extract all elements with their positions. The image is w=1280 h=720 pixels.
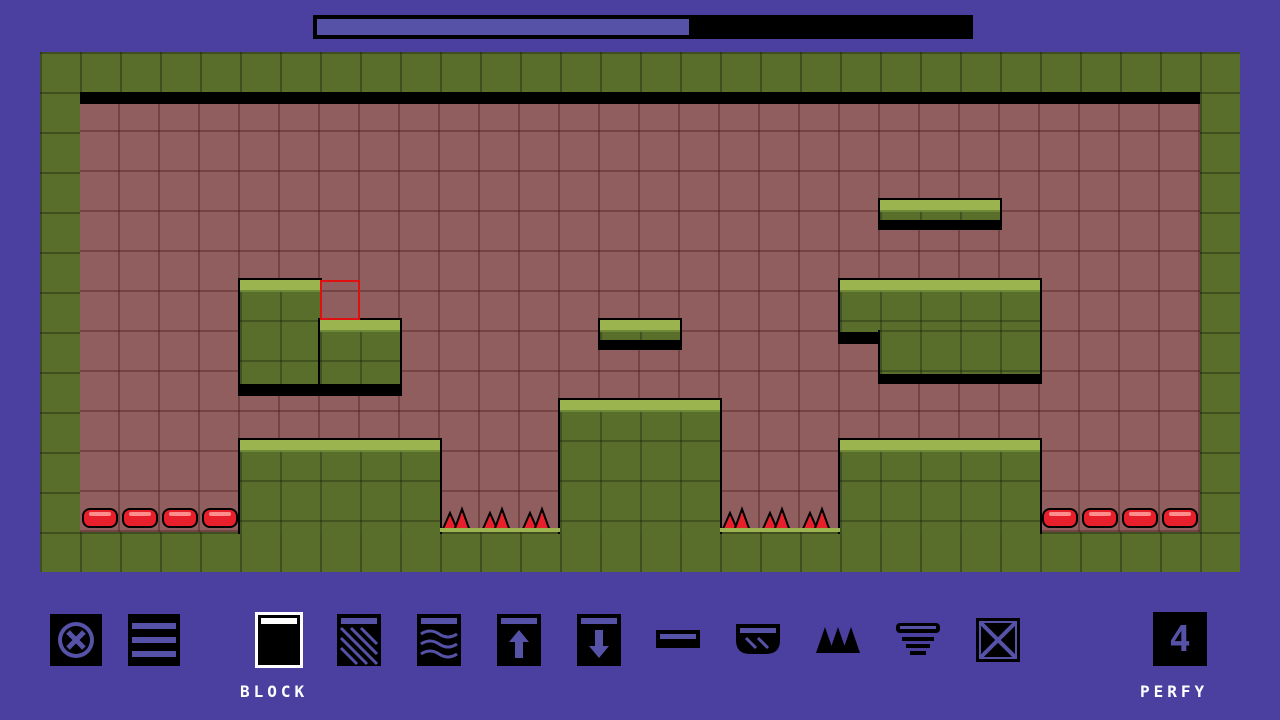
- floor-pillar[interactable]: [558, 398, 722, 534]
- wall-block[interactable]: [318, 318, 402, 386]
- tile-cursor: [320, 280, 360, 320]
- hazard-pad: [1122, 508, 1158, 528]
- wall-block[interactable]: [878, 330, 1042, 376]
- hazard-pad: [202, 508, 238, 528]
- block-tile-icon[interactable]: [255, 612, 303, 668]
- wall-block[interactable]: [838, 278, 1042, 334]
- level-progress-fill: [317, 19, 689, 35]
- floor-pillar[interactable]: [238, 438, 442, 534]
- platform-block[interactable]: [878, 198, 1002, 222]
- menu-icon[interactable]: [128, 614, 180, 666]
- close-circle-icon[interactable]: [50, 614, 102, 666]
- spikes-icon[interactable]: [816, 614, 860, 666]
- slope-tile-icon[interactable]: [337, 614, 381, 666]
- up-arrow-tile-icon[interactable]: [497, 614, 541, 666]
- hazard-pad: [1082, 508, 1118, 528]
- wall-block[interactable]: [238, 278, 322, 386]
- hazard-pad: [82, 508, 118, 528]
- platform-block[interactable]: [598, 318, 682, 342]
- thin-platform-icon[interactable]: [656, 614, 700, 666]
- perfy-counter: 4: [1153, 612, 1207, 666]
- hazard-pad: [1042, 508, 1078, 528]
- spike-row: [440, 506, 560, 532]
- level-canvas[interactable]: [40, 52, 1240, 572]
- perfy-label: PERFY: [1140, 682, 1209, 701]
- floor-pillar[interactable]: [838, 438, 1042, 534]
- spring-icon[interactable]: [896, 614, 940, 666]
- hazard-pad: [122, 508, 158, 528]
- selected-tool-label: BLOCK: [240, 682, 309, 701]
- hazard-pad: [1162, 508, 1198, 528]
- water-tile-icon[interactable]: [417, 614, 461, 666]
- eraser-x-icon[interactable]: [976, 614, 1020, 666]
- ceiling-edge: [80, 92, 1200, 104]
- hazard-pad: [162, 508, 198, 528]
- bounce-pad-icon[interactable]: [736, 614, 780, 666]
- level-progress-bar: [313, 15, 973, 39]
- down-arrow-tile-icon[interactable]: [577, 614, 621, 666]
- spike-row: [720, 506, 840, 532]
